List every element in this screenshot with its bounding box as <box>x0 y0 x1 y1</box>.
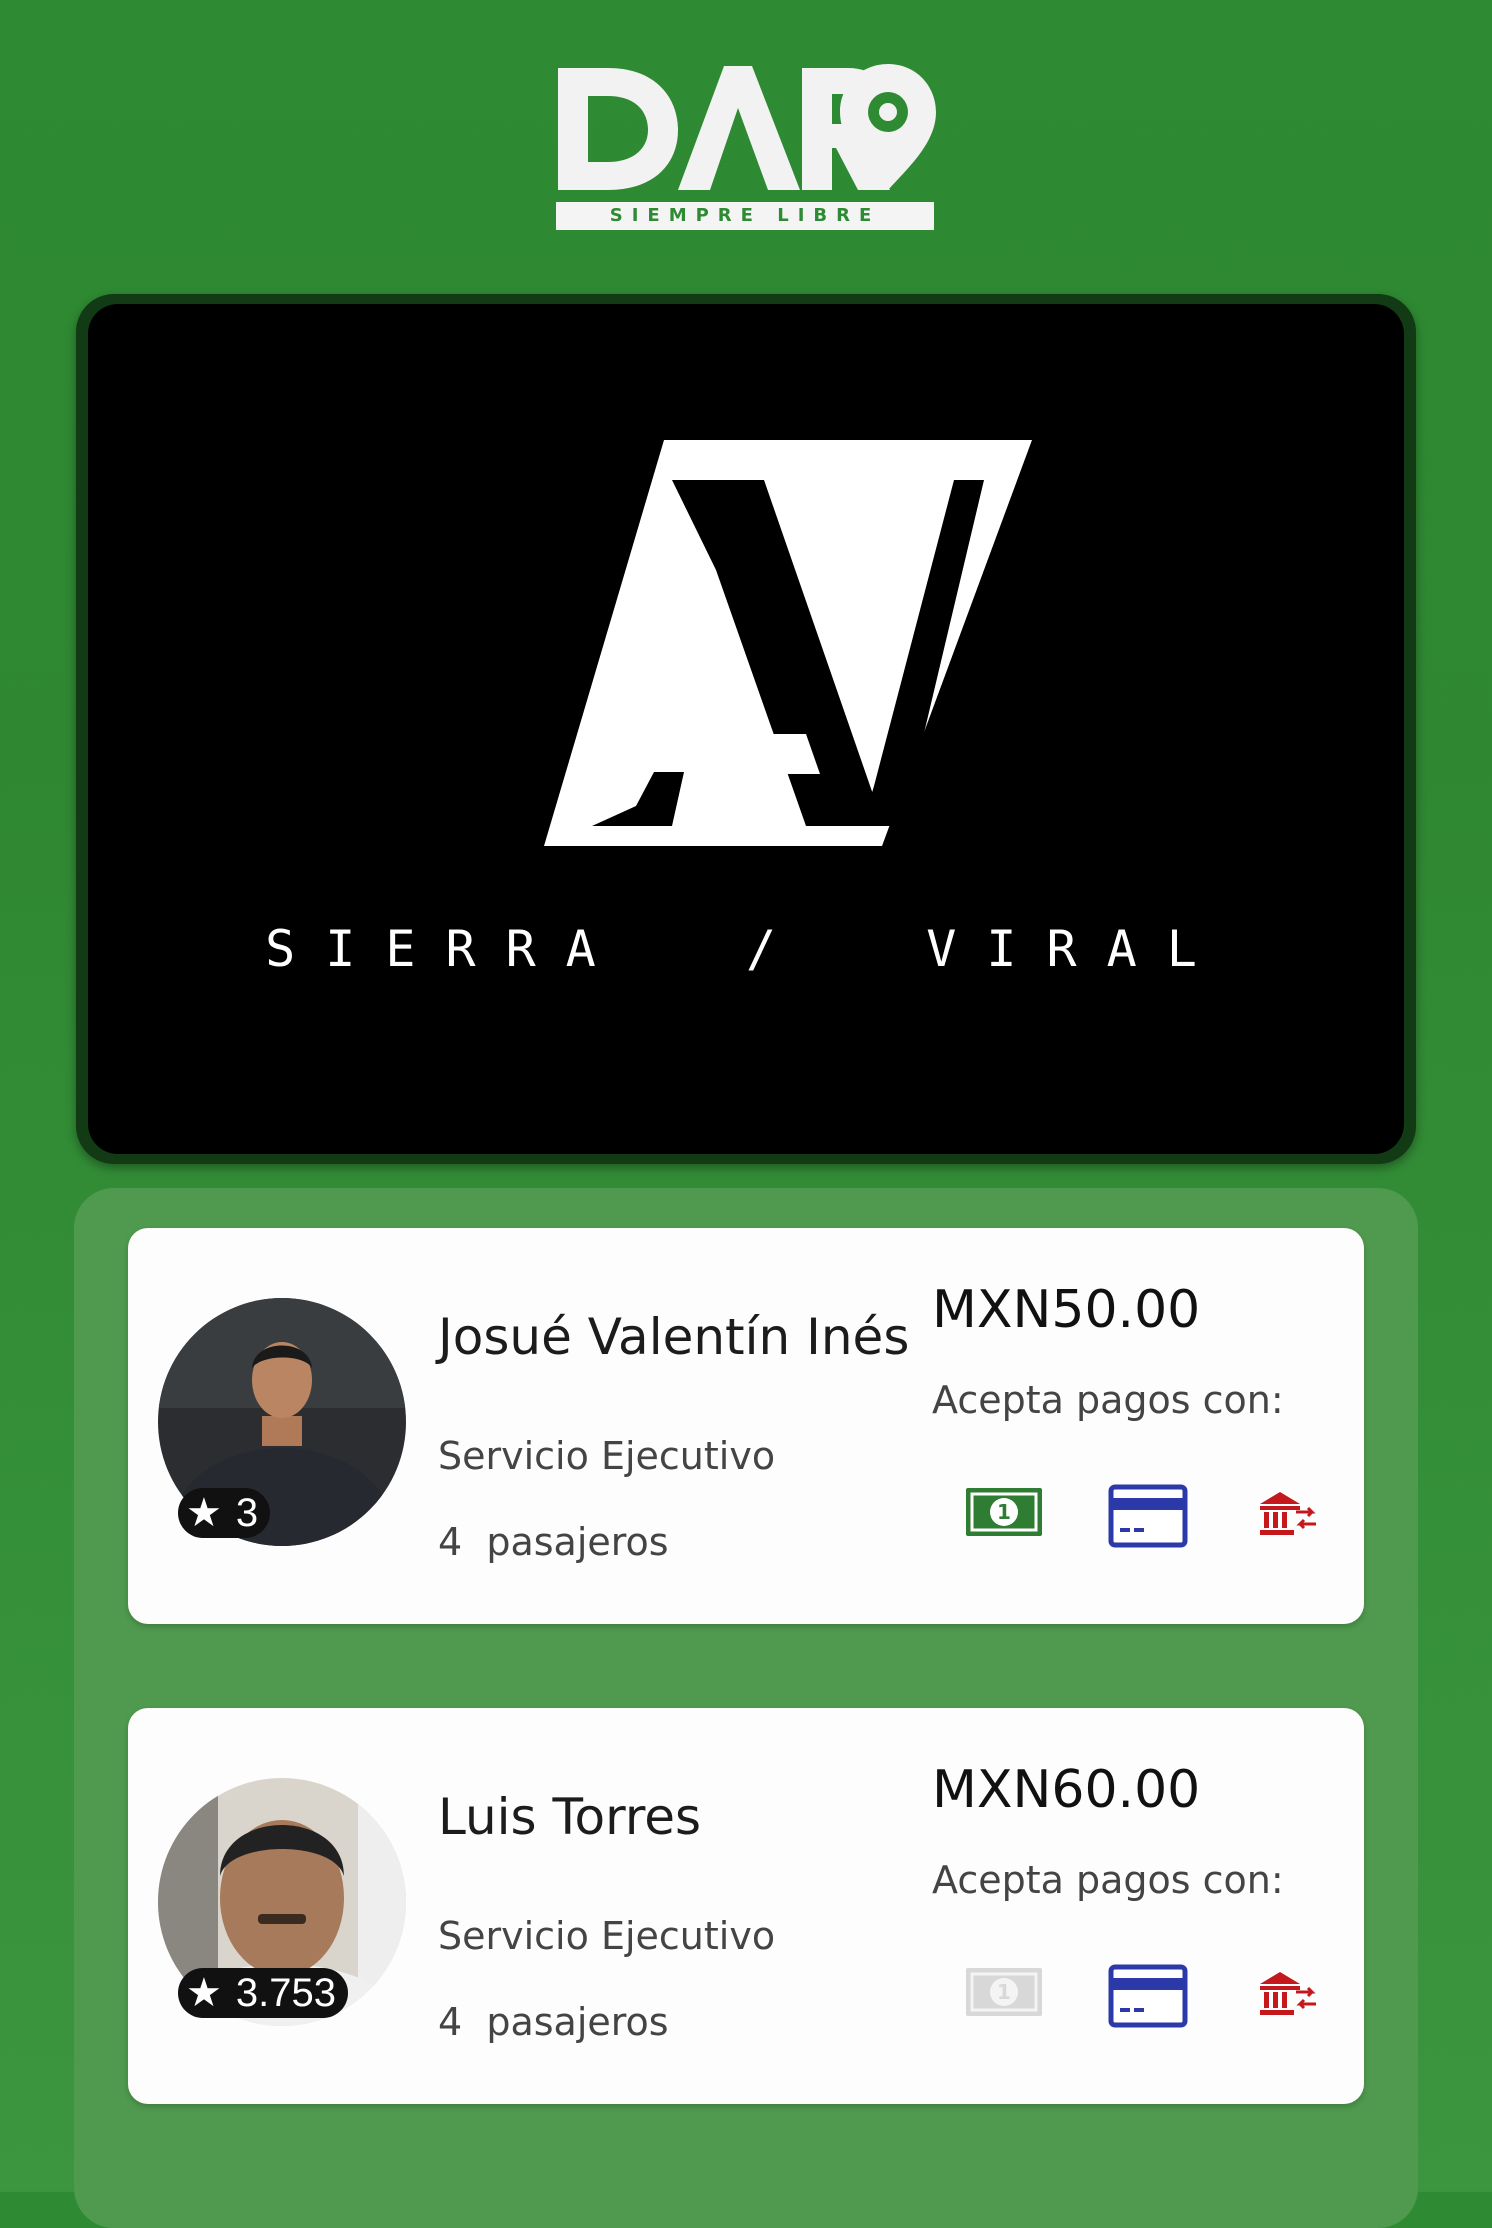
logo-tagline: SIEMPRE LIBRE <box>556 202 934 230</box>
driver-card[interactable]: ★ 3.753 Luis Torres Servicio Ejecutivo 4… <box>128 1708 1364 2104</box>
driver-name: Luis Torres <box>438 1788 702 1846</box>
cash-icon: 1 <box>966 1488 1042 1536</box>
promo-banner[interactable]: SIERRA / VIRAL <box>88 304 1404 1154</box>
credit-card-icon <box>1108 1964 1188 2028</box>
star-icon: ★ <box>186 1971 222 2015</box>
rating-badge: ★ 3 <box>178 1488 271 1538</box>
sierra-viral-emblem <box>544 440 1032 846</box>
bank-transfer-icon <box>1260 1492 1316 1535</box>
rating-badge: ★ 3.753 <box>178 1968 348 2018</box>
bank-transfer-icon <box>1260 1972 1316 2015</box>
banner-brand-text: SIERRA / VIRAL <box>265 920 1227 978</box>
daro-logo-mark <box>558 64 936 190</box>
rating-value: 3.753 <box>235 1971 336 2015</box>
payment-label: Acepta pagos con: <box>932 1378 1284 1422</box>
trip-price: MXN50.00 <box>932 1280 1201 1340</box>
svg-text:1: 1 <box>997 1500 1011 1524</box>
rating-value: 3 <box>235 1491 259 1535</box>
passenger-capacity: 4 pasajeros <box>438 2000 669 2044</box>
service-type: Servicio Ejecutivo <box>438 1914 776 1958</box>
cash-icon-disabled: 1 <box>966 1968 1042 2016</box>
star-icon: ★ <box>186 1491 222 1535</box>
passenger-capacity: 4 pasajeros <box>438 1520 669 1564</box>
credit-card-icon <box>1108 1484 1188 1548</box>
driver-name: Josué Valentín Inés <box>438 1308 910 1366</box>
driver-card[interactable]: ★ 3 Josué Valentín Inés Servicio Ejecuti… <box>128 1228 1364 1624</box>
svg-text:1: 1 <box>997 1980 1011 2004</box>
service-type: Servicio Ejecutivo <box>438 1434 776 1478</box>
trip-price: MXN60.00 <box>932 1760 1201 1820</box>
payment-label: Acepta pagos con: <box>932 1858 1284 1902</box>
app-logo: SIEMPRE LIBRE <box>556 62 936 232</box>
